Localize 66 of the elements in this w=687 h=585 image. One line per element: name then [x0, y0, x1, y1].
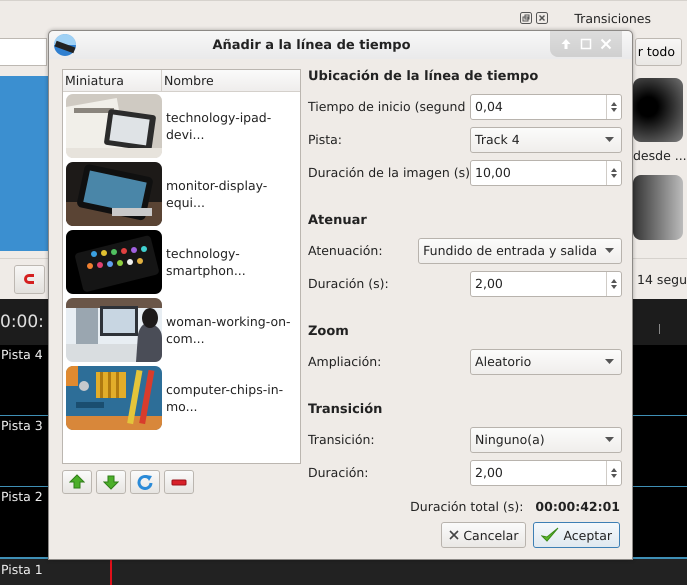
remove-button[interactable] [164, 470, 194, 494]
dropdown[interactable]: Track 4 [470, 126, 622, 152]
section-title: Zoom [308, 324, 350, 341]
field-label: Atenuación: [308, 243, 383, 258]
caret-icon [604, 137, 614, 142]
down-arrow-icon [103, 474, 119, 490]
stepper-icon [610, 100, 618, 114]
field-label: Tiempo de inicio (segund [308, 99, 466, 114]
transition-caption: desde ... [633, 148, 687, 163]
spin-field[interactable]: 0,04 [470, 94, 622, 120]
transition-thumbnail[interactable] [633, 175, 683, 240]
track-label: Pista 2 [1, 489, 43, 504]
file-name[interactable]: technology-smartphon... [166, 245, 298, 279]
panel-title: Transiciones [574, 10, 651, 26]
field-label: Duración: [308, 465, 368, 480]
snap-button[interactable] [14, 264, 45, 294]
column-header[interactable]: Miniatura [63, 70, 162, 91]
field-label: Duración (s): [308, 276, 389, 291]
field-label: Transición: [308, 432, 375, 447]
section-title: Transición [308, 402, 384, 419]
field-label: Pista: [308, 132, 342, 147]
field-label: Duración de la imagen (s) [308, 165, 470, 180]
file-name[interactable]: computer-chips-in-mo... [166, 381, 298, 415]
clear-button[interactable]: r todo [634, 38, 682, 66]
search-field[interactable] [0, 38, 47, 66]
refresh-icon [137, 474, 153, 490]
column-header[interactable]: Nombre [162, 70, 214, 91]
stepper-icon [610, 466, 618, 480]
total-value: 00:00:42:01 [535, 499, 620, 514]
stepper-icon [610, 166, 618, 180]
stepper-icon [610, 276, 618, 290]
track-label: Pista 3 [1, 418, 43, 433]
file-name[interactable]: monitor-display-equi... [166, 177, 298, 211]
dropdown[interactable]: Aleatorio [470, 348, 622, 374]
file-name[interactable]: woman-working-on-com... [166, 313, 298, 347]
transition-thumbnail[interactable] [633, 78, 683, 142]
up-arrow-icon [69, 474, 85, 490]
track-label: Pista 4 [1, 347, 43, 362]
timecode: 0:00: [0, 312, 44, 332]
spin-field[interactable]: 2,00 [470, 460, 622, 486]
total-label: Duración total (s): [410, 499, 524, 514]
move-up-button[interactable] [62, 470, 92, 494]
file-name[interactable]: technology-ipad-devi... [166, 109, 298, 143]
section-title: Atenuar [308, 213, 368, 230]
field-label: Ampliación: [308, 354, 382, 369]
refresh-button[interactable] [130, 470, 160, 494]
spin-field[interactable]: 2,00 [470, 270, 622, 296]
app-logo-icon [53, 33, 77, 57]
zoom-label: 14 segu [637, 272, 687, 286]
cancel-button[interactable]: Cancelar [441, 522, 526, 548]
check-icon [541, 527, 560, 543]
close-icon [449, 530, 460, 540]
restore-icon [520, 12, 532, 24]
caret-icon [604, 437, 614, 442]
spin-field[interactable]: 10,00 [470, 160, 622, 186]
dropdown[interactable]: Ninguno(a) [470, 426, 622, 452]
dropdown[interactable]: Fundido de entrada y salida [418, 238, 622, 264]
close-icon [536, 12, 548, 24]
magnet-icon [22, 272, 38, 286]
section-title: Ubicación de la línea de tiempo [308, 69, 540, 86]
caret-icon [604, 359, 614, 364]
dialog-title: Añadir a la línea de tiempo [211, 38, 412, 52]
move-down-button[interactable] [96, 470, 126, 494]
caret-icon [604, 248, 614, 253]
accept-button[interactable]: Aceptar [533, 522, 620, 548]
track-label: Pista 1 [1, 562, 43, 577]
